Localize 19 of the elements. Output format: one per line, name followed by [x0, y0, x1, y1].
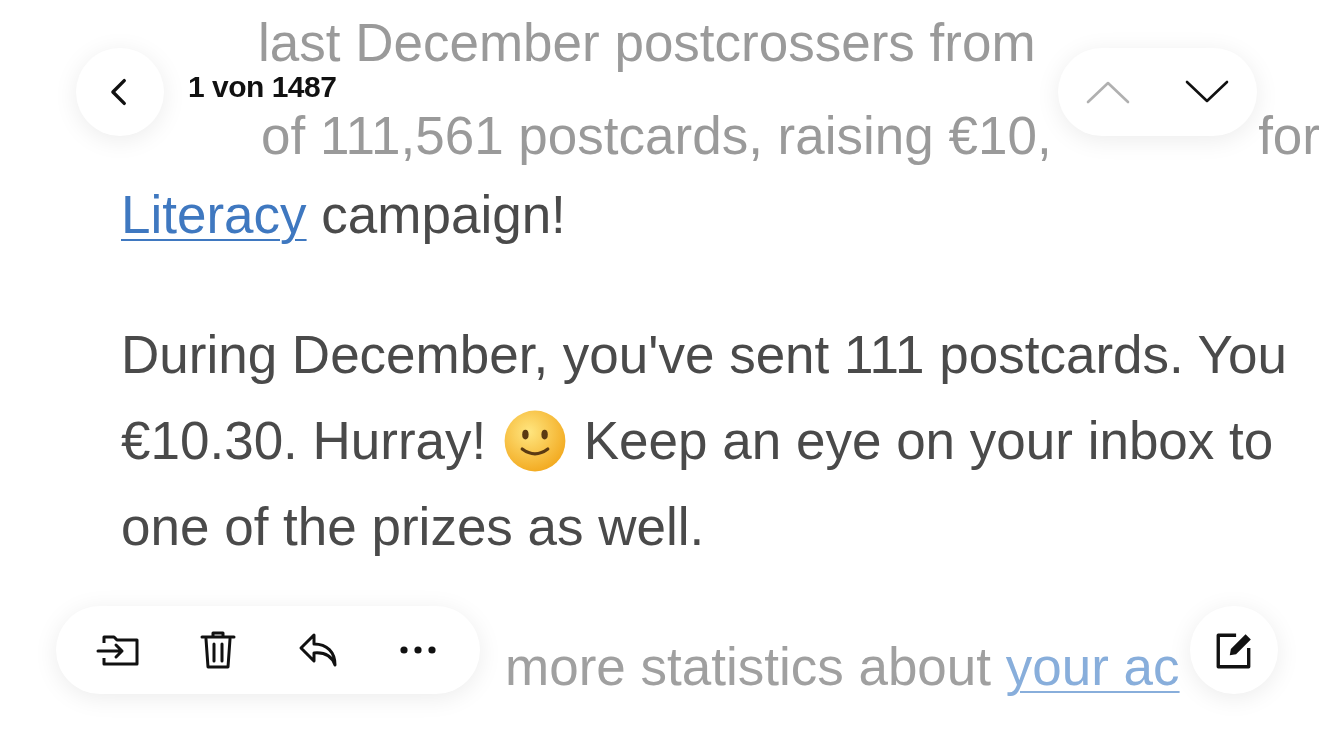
body-text: more statistics about	[505, 636, 993, 698]
body-text: Keep an eye on your inbox to	[582, 410, 1274, 472]
body-text: for	[1258, 105, 1320, 167]
body-text: of 111,561 postcards, raising €10,	[261, 105, 1052, 167]
body-text: one of the prizes as well.	[121, 496, 705, 558]
body-text: €10.30. Hurray!	[121, 410, 488, 472]
message-counter: 1 von 1487	[188, 72, 337, 102]
chevron-down-icon	[1185, 80, 1230, 104]
body-text: campaign!	[320, 184, 566, 246]
body-text: last December postcrossers from	[258, 12, 1036, 74]
folder-arrow-icon	[96, 633, 140, 667]
chevron-up-icon	[1085, 80, 1130, 104]
trash-icon	[200, 630, 236, 670]
text-link[interactable]: your ac	[1005, 636, 1180, 698]
text-link[interactable]: Literacy	[121, 184, 307, 246]
ellipsis-icon	[400, 646, 436, 654]
reply-arrow-icon	[298, 632, 338, 668]
body-text: During December, you've sent 111 postcards. You	[121, 324, 1288, 386]
smiley-icon	[503, 409, 568, 473]
